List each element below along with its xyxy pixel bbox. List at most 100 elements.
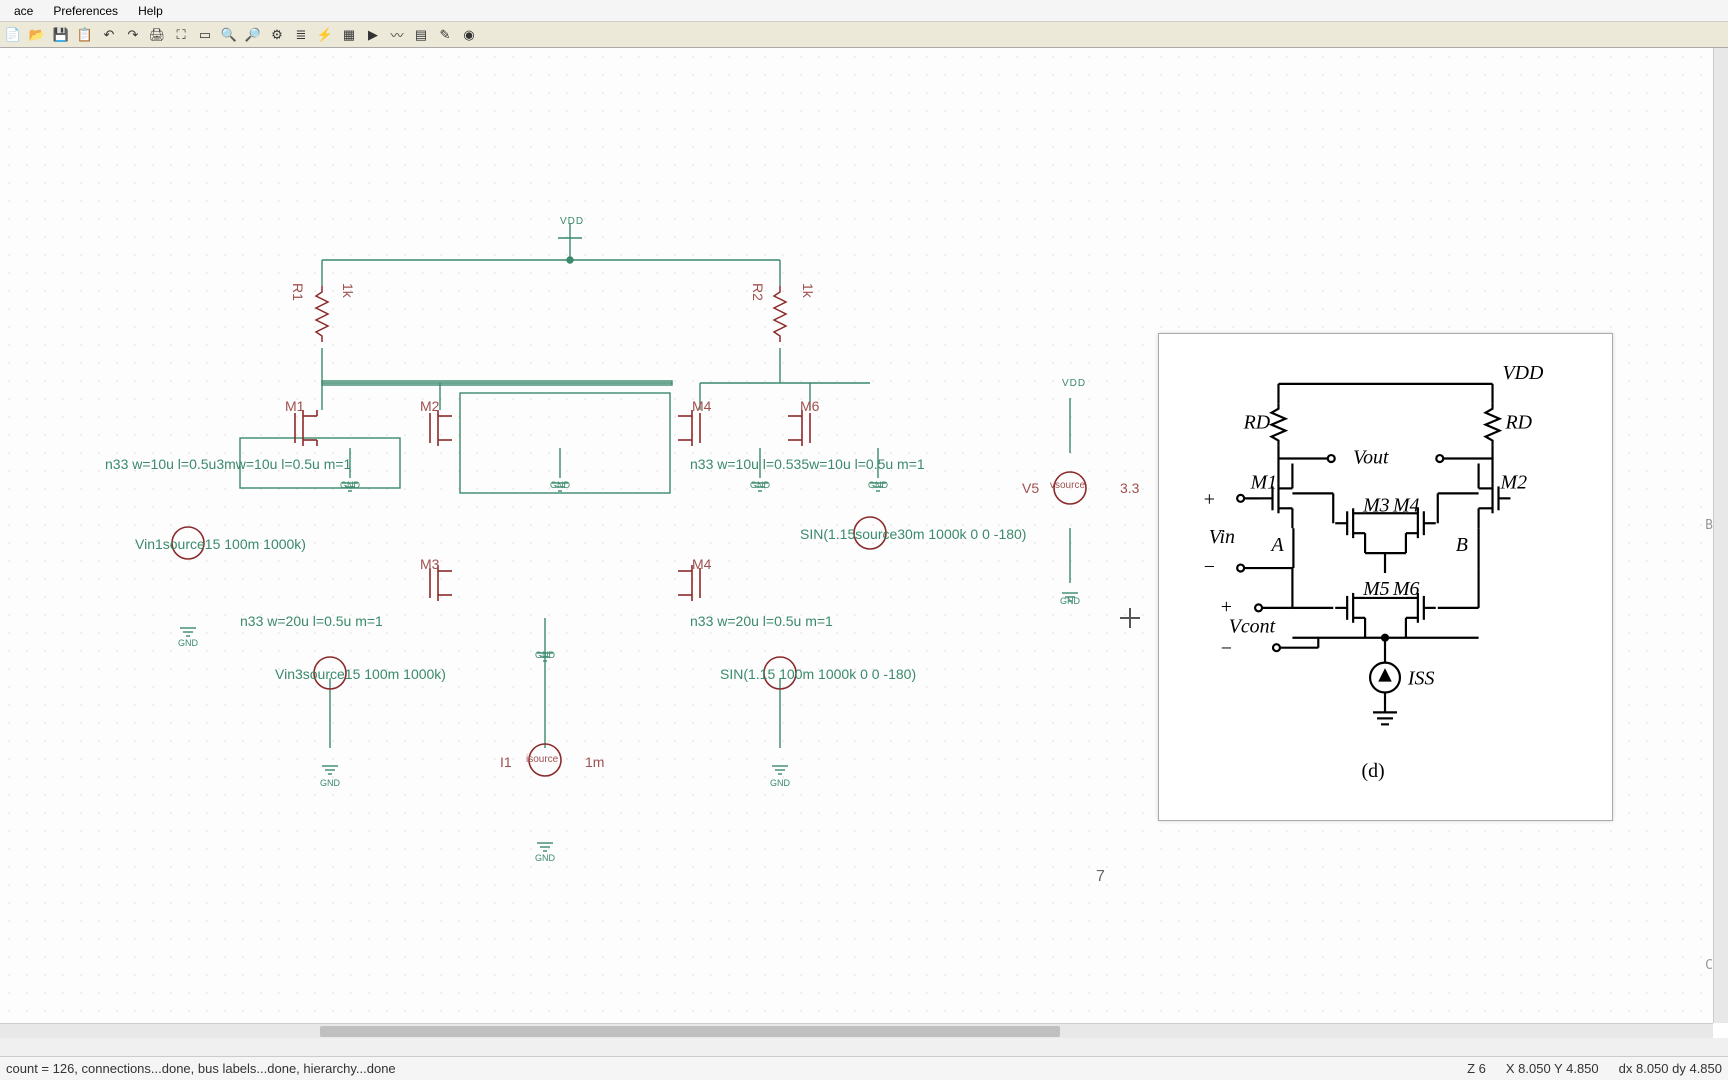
toolbar: 📄 📂 💾 📋 ↶ ↷ 🖨 ⛶ ▭ 🔍 🔎 ⚙ ≣ ⚡ ▦ ▶ 〰 ▤ ✎ ◉ — [0, 22, 1728, 48]
ruler-c: C — [1705, 958, 1713, 973]
svg-text:A: A — [1270, 534, 1285, 556]
param-m1[interactable]: n33 w=10u l=0.5u3mw=10u l=0.5u m=1 — [105, 456, 351, 472]
label-i1[interactable]: I1 — [500, 754, 512, 770]
gnd-9: GND — [535, 853, 555, 863]
zoom-in-icon[interactable]: 🔍 — [218, 24, 240, 46]
misc-icon[interactable]: ◉ — [458, 24, 480, 46]
reference-diagram[interactable]: VDD RD RD Vout M1 M2 M3 M4 Vin A B M5 M6… — [1158, 333, 1613, 821]
ref-m6: M6 — [1392, 578, 1420, 600]
ref-vdd: VDD — [1502, 362, 1544, 384]
menu-help[interactable]: Help — [128, 2, 173, 20]
redo-icon[interactable]: ↷ — [122, 24, 144, 46]
src-vin1[interactable]: Vin1source15 100m 1000k) — [135, 536, 306, 552]
label-m4b[interactable]: M4 — [692, 556, 711, 572]
svg-text:RD: RD — [1504, 412, 1532, 434]
svg-text:M5: M5 — [1362, 578, 1390, 600]
ref-iss: ISS — [1407, 668, 1435, 690]
gnd-2: GND — [340, 480, 360, 490]
ref-m2: M2 — [1499, 471, 1527, 493]
status-message: count = 126, connections...done, bus lab… — [6, 1061, 396, 1076]
menu-bar: ace Preferences Help — [0, 0, 1728, 22]
gnd-1: GND — [178, 638, 198, 648]
svg-text:M2: M2 — [1499, 471, 1527, 493]
grid-icon[interactable]: ▤ — [410, 24, 432, 46]
sim-icon[interactable]: ▶ — [362, 24, 384, 46]
svg-text:M3: M3 — [1362, 494, 1390, 516]
svg-text:Vcont: Vcont — [1229, 616, 1276, 638]
param-m5[interactable]: n33 w=20u l=0.5u m=1 — [690, 613, 833, 629]
netlist-icon[interactable]: ≣ — [290, 24, 312, 46]
label-r2[interactable]: R2 — [750, 283, 766, 301]
ref-m1: M1 — [1250, 471, 1278, 493]
svg-text:VDD: VDD — [1502, 362, 1544, 384]
ref-m3: M3 — [1362, 494, 1390, 516]
label-i1-type: isource — [526, 754, 558, 765]
net-vdd-v5: VDD — [1062, 378, 1086, 389]
gnd-8: GND — [770, 778, 790, 788]
ruler-b: B — [1705, 518, 1713, 533]
ref-b: B — [1456, 534, 1468, 556]
scrollbar-horizontal[interactable] — [0, 1023, 1713, 1038]
svg-text:−: − — [1221, 638, 1232, 660]
zoom-out-icon[interactable]: 🔎 — [242, 24, 264, 46]
layers-icon[interactable]: ▦ — [338, 24, 360, 46]
ref-rd-r: RD — [1504, 412, 1532, 434]
svg-text:ISS: ISS — [1407, 668, 1435, 690]
label-r1val: 1k — [340, 283, 356, 298]
ref-vout: Vout — [1353, 447, 1389, 469]
copy-icon[interactable]: 📋 — [74, 24, 96, 46]
scrollbar-vertical[interactable] — [1713, 48, 1728, 1023]
gnd-3: GND — [550, 480, 570, 490]
param-m3[interactable]: n33 w=20u l=0.5u m=1 — [240, 613, 383, 629]
ref-a: A — [1270, 534, 1285, 556]
label-m6[interactable]: M6 — [800, 398, 819, 414]
param-m4[interactable]: n33 w=10u l=0.535w=10u l=0.5u m=1 — [690, 456, 925, 472]
src-vin4[interactable]: SIN(1.15 100m 1000k 0 0 -180) — [720, 666, 916, 682]
label-m1[interactable]: M1 — [285, 398, 304, 414]
ref-m5: M5 — [1362, 578, 1390, 600]
schematic-canvas[interactable]: VDD VDD M1 M2 M4 M6 M3 M4 R1 1k R2 1k n3… — [0, 48, 1713, 1023]
erc-icon[interactable]: ⚡ — [314, 24, 336, 46]
wave-icon[interactable]: 〰 — [386, 24, 408, 46]
zoom-fit-icon[interactable]: ⛶ — [170, 24, 192, 46]
save-icon[interactable]: 💾 — [50, 24, 72, 46]
label-m4[interactable]: M4 — [692, 398, 711, 414]
label-v5[interactable]: V5 — [1022, 480, 1039, 496]
label-m2[interactable]: M2 — [420, 398, 439, 414]
svg-text:+: + — [1221, 596, 1232, 618]
cursor-crosshair — [1120, 608, 1140, 628]
svg-text:Vin: Vin — [1209, 526, 1235, 548]
gnd-6: GND — [535, 650, 555, 660]
print-icon[interactable]: 🖨 — [146, 24, 168, 46]
undo-icon[interactable]: ↶ — [98, 24, 120, 46]
svg-text:B: B — [1456, 534, 1468, 556]
src-vin3[interactable]: Vin3source15 100m 1000k) — [275, 666, 446, 682]
status-bar: count = 126, connections...done, bus lab… — [0, 1056, 1728, 1080]
find-icon[interactable]: ⚙ — [266, 24, 288, 46]
label-m3[interactable]: M3 — [420, 556, 439, 572]
gnd-4: GND — [750, 480, 770, 490]
menu-place[interactable]: ace — [4, 2, 43, 20]
svg-text:M1: M1 — [1250, 471, 1278, 493]
zoom-rect-icon[interactable]: ▭ — [194, 24, 216, 46]
ref-vcont: Vcont — [1229, 616, 1276, 638]
open-icon[interactable]: 📂 — [26, 24, 48, 46]
label-r1[interactable]: R1 — [290, 283, 306, 301]
status-zoom: Z 6 — [1467, 1061, 1486, 1076]
status-dxy: dx 8.050 dy 4.850 — [1619, 1061, 1722, 1076]
annotate-icon[interactable]: ✎ — [434, 24, 456, 46]
ref-rd-l: RD — [1243, 412, 1271, 434]
svg-text:+: + — [1204, 488, 1215, 510]
src-vin2[interactable]: SIN(1.15source30m 1000k 0 0 -180) — [800, 526, 1026, 542]
ref-m4: M4 — [1392, 494, 1420, 516]
gnd-10: GND — [1060, 596, 1080, 606]
scrollbar-thumb[interactable] — [320, 1026, 1060, 1037]
menu-preferences[interactable]: Preferences — [43, 2, 128, 20]
new-icon[interactable]: 📄 — [2, 24, 24, 46]
svg-text:M6: M6 — [1392, 578, 1420, 600]
page-number: 7 — [1096, 868, 1105, 886]
svg-text:Vout: Vout — [1353, 447, 1389, 469]
svg-text:M4: M4 — [1392, 494, 1420, 516]
label-v5-val: 3.3 — [1120, 480, 1139, 496]
gnd-5: GND — [868, 480, 888, 490]
